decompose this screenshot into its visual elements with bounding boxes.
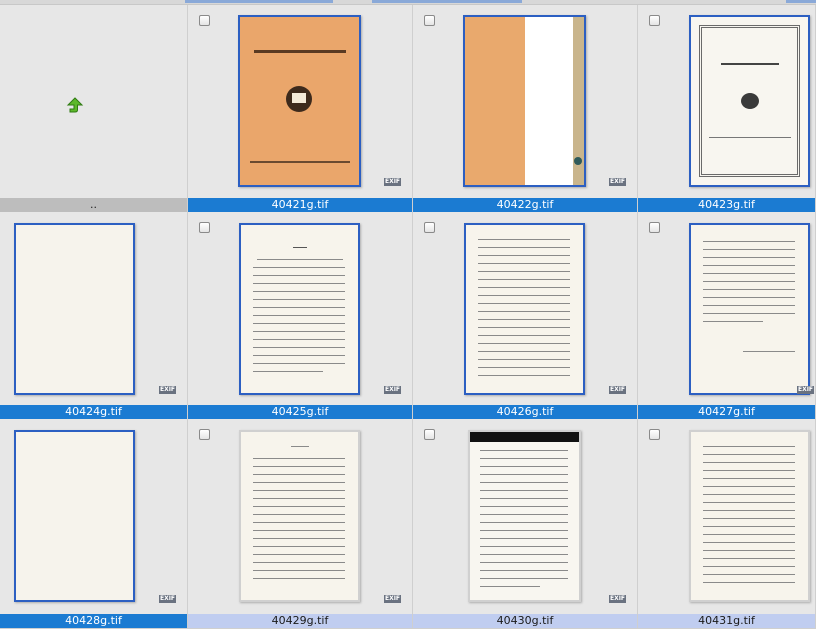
file-name: 40423g.tif — [638, 198, 815, 212]
file-name: 40428g.tif — [0, 614, 187, 628]
select-checkbox[interactable] — [199, 15, 210, 26]
file-name: 40429g.tif — [188, 614, 412, 628]
select-checkbox[interactable] — [199, 429, 210, 440]
thumbnail[interactable] — [14, 223, 135, 395]
file-item[interactable]: 40423g.tif — [638, 5, 816, 212]
file-name: 40424g.tif — [0, 405, 187, 419]
thumbnail[interactable] — [14, 430, 135, 602]
thumbnail[interactable] — [689, 223, 810, 395]
file-item[interactable]: EXIF 40422g.tif — [413, 5, 638, 212]
thumbnail[interactable] — [468, 430, 581, 602]
exif-icon: EXIF — [384, 386, 401, 394]
select-checkbox[interactable] — [424, 15, 435, 26]
select-checkbox[interactable] — [424, 222, 435, 233]
parent-folder-label: .. — [0, 198, 187, 212]
file-name: 40426g.tif — [413, 405, 637, 419]
thumbnail[interactable] — [463, 15, 586, 187]
thumbnail[interactable] — [238, 15, 361, 187]
file-name: 40425g.tif — [188, 405, 412, 419]
select-checkbox[interactable] — [199, 222, 210, 233]
exif-icon: EXIF — [159, 386, 176, 394]
top-strip — [0, 0, 816, 4]
file-item[interactable]: EXIF 40425g.tif — [188, 212, 413, 419]
scroll-highlight — [786, 0, 816, 3]
file-item[interactable]: EXIF 40426g.tif — [413, 212, 638, 419]
select-checkbox[interactable] — [649, 429, 660, 440]
select-checkbox[interactable] — [649, 222, 660, 233]
up-arrow-icon — [66, 97, 84, 113]
file-name: 40430g.tif — [413, 614, 637, 628]
file-item[interactable]: EXIF 40428g.tif — [0, 419, 188, 629]
exif-icon: EXIF — [384, 178, 401, 186]
file-item[interactable]: EXIF 40424g.tif — [0, 212, 188, 419]
file-item[interactable]: EXIF 40421g.tif — [188, 5, 413, 212]
thumbnail[interactable] — [464, 223, 585, 395]
select-checkbox[interactable] — [649, 15, 660, 26]
file-item[interactable]: EXIF 40430g.tif — [413, 419, 638, 629]
file-item[interactable]: EXIF 40429g.tif — [188, 419, 413, 629]
thumbnail[interactable] — [689, 15, 810, 187]
exif-icon: EXIF — [159, 595, 176, 603]
exif-icon: EXIF — [609, 386, 626, 394]
select-checkbox[interactable] — [424, 429, 435, 440]
exif-icon: EXIF — [609, 595, 626, 603]
scroll-highlight — [372, 0, 522, 3]
exif-icon: EXIF — [609, 178, 626, 186]
thumbnail[interactable] — [239, 223, 360, 395]
file-name: 40427g.tif — [638, 405, 815, 419]
thumbnail[interactable] — [239, 430, 360, 602]
file-item[interactable]: EXIF 40427g.tif — [638, 212, 816, 419]
exif-icon: EXIF — [384, 595, 401, 603]
parent-folder-cell[interactable]: .. — [0, 5, 188, 212]
file-item[interactable]: 40431g.tif — [638, 419, 816, 629]
scroll-highlight — [185, 0, 333, 3]
exif-icon: EXIF — [797, 386, 814, 394]
file-name: 40422g.tif — [413, 198, 637, 212]
thumbnail[interactable] — [689, 430, 810, 602]
file-name: 40421g.tif — [188, 198, 412, 212]
file-name: 40431g.tif — [638, 614, 815, 628]
